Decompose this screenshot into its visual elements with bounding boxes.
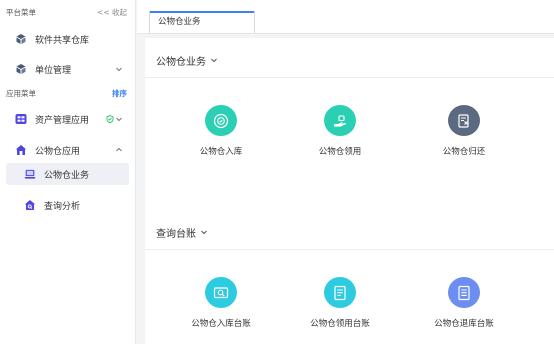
collapse-button[interactable]: << 收起 xyxy=(97,7,127,18)
sidebar-item-label: 查询分析 xyxy=(44,201,81,212)
tile-inbound-ledger[interactable]: 公物仓入库台账 xyxy=(171,277,271,329)
sidebar-item-label: 单位管理 xyxy=(35,65,72,76)
tab-bar: 公物仓业务 xyxy=(137,0,554,34)
group-header-warehouse-business[interactable]: 公物仓业务 xyxy=(156,52,218,68)
divider xyxy=(145,249,554,250)
group-header-query-ledger[interactable]: 查询台账 xyxy=(156,224,208,240)
main-panel: 公物仓业务 公物仓入库 公物仓领用 公物仓归还 查询台账 公物仓入库台账 公物仓… xyxy=(145,38,554,344)
tile-label: 公物仓入库 xyxy=(199,147,243,157)
tile-warehouse-receive[interactable]: 公物仓领用 xyxy=(290,105,390,157)
tile-warehouse-inbound[interactable]: 公物仓入库 xyxy=(171,105,271,157)
sidebar-item-warehouse-business[interactable]: 公物仓业务 xyxy=(6,163,129,185)
sidebar: 平台菜单 << 收起 软件共享仓库 单位管理 应用菜单 排序 资产管理应用 公物… xyxy=(0,0,136,344)
group-title: 公物仓业务 xyxy=(156,56,206,68)
platform-menu-header: 平台菜单 << 收起 xyxy=(6,5,127,19)
sidebar-item-unit-management[interactable]: 单位管理 xyxy=(6,58,129,80)
chevron-down-icon xyxy=(116,117,122,122)
inbound-icon xyxy=(205,105,237,136)
cube-stack-icon xyxy=(15,33,27,45)
tile-return-ledger[interactable]: 公物仓退库台账 xyxy=(414,277,514,329)
cube-stack-icon xyxy=(15,63,27,75)
inbound-ledger-icon xyxy=(205,277,237,308)
tile-label: 公物仓归还 xyxy=(442,147,486,157)
receive-ledger-icon xyxy=(324,277,356,308)
sidebar-item-query-analysis[interactable]: 查询分析 xyxy=(6,194,129,216)
group-title: 查询台账 xyxy=(156,228,196,240)
tile-label: 公物仓领用台账 xyxy=(310,319,370,329)
return-ledger-icon xyxy=(448,277,480,308)
app-menu-title: 应用菜单 xyxy=(6,88,36,98)
sidebar-item-label: 公物仓应用 xyxy=(35,146,81,157)
sidebar-item-label: 公物仓业务 xyxy=(44,170,90,181)
app-grid-icon xyxy=(15,113,27,125)
house-icon xyxy=(15,144,27,156)
house-search-icon xyxy=(24,199,36,211)
sidebar-item-label: 软件共享仓库 xyxy=(35,35,90,46)
return-icon xyxy=(448,105,480,136)
app-menu-header: 应用菜单 排序 xyxy=(6,86,127,100)
laptop-icon xyxy=(24,168,36,180)
receive-icon xyxy=(324,105,356,136)
shield-check-icon xyxy=(106,115,114,123)
divider xyxy=(145,77,554,78)
chevron-up-icon xyxy=(116,147,122,152)
tab-warehouse-business[interactable]: 公物仓业务 xyxy=(149,11,255,33)
tile-label: 公物仓入库台账 xyxy=(191,319,251,329)
tile-label: 公物仓领用 xyxy=(318,147,362,157)
chevron-down-icon xyxy=(201,230,207,235)
sort-button[interactable]: 排序 xyxy=(112,88,127,99)
tile-label: 公物仓退库台账 xyxy=(434,319,494,329)
sidebar-item-warehouse-app[interactable]: 公物仓应用 xyxy=(6,139,129,161)
tile-receive-ledger[interactable]: 公物仓领用台账 xyxy=(290,277,390,329)
platform-menu-title: 平台菜单 xyxy=(6,7,36,17)
tile-warehouse-return[interactable]: 公物仓归还 xyxy=(414,105,514,157)
sidebar-item-label: 资产管理应用 xyxy=(35,115,90,126)
chevron-down-icon xyxy=(211,58,217,63)
sidebar-item-software-repo[interactable]: 软件共享仓库 xyxy=(6,28,129,50)
chevron-down-icon xyxy=(116,67,122,72)
sidebar-item-asset-management[interactable]: 资产管理应用 xyxy=(6,108,129,130)
